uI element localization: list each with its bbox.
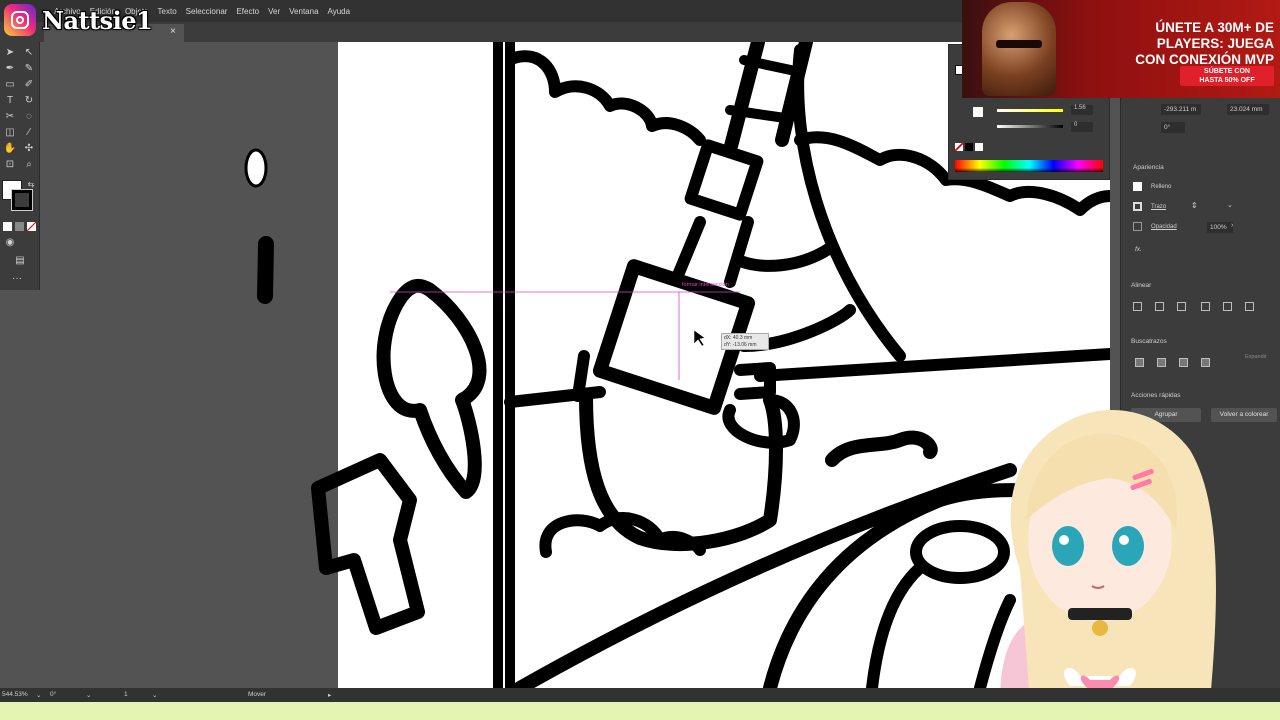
appearance-stroke-label[interactable]: Trazo — [1151, 204, 1166, 210]
align-title: Alinear — [1131, 282, 1152, 289]
instagram-icon — [4, 4, 36, 36]
none-swatch[interactable] — [955, 143, 963, 151]
shape-builder-tool-icon[interactable]: ◫ — [3, 126, 17, 140]
status-tool-name: Mover — [248, 691, 267, 698]
close-tab-icon[interactable]: × — [170, 26, 176, 37]
symbol-sprayer-tool-icon[interactable]: ✣ — [22, 142, 36, 156]
unite-icon[interactable] — [1135, 358, 1144, 367]
scissors-tool-icon[interactable]: ✂ — [3, 110, 17, 124]
status-arrow-icon[interactable]: ▸ — [328, 691, 331, 699]
draw-mode-icon[interactable]: ◉ — [3, 236, 17, 250]
zoom-level[interactable]: 544.53% — [2, 691, 28, 698]
direct-selection-tool-icon[interactable]: ↖ — [22, 46, 36, 60]
screen-mode-icon[interactable]: ▤ — [13, 254, 27, 268]
minus-front-icon[interactable] — [1157, 358, 1166, 367]
menu-item-ver[interactable]: Ver — [268, 7, 280, 16]
stroke-weight-stepper-icon[interactable]: ⇕ — [1191, 201, 1198, 210]
swap-colors-icon[interactable]: ⇆ — [24, 178, 38, 192]
stroke-dropdown-icon[interactable]: ⌄ — [1227, 201, 1233, 209]
white-drop-shape — [244, 148, 268, 188]
eyedropper-tool-icon[interactable]: ⁄ — [22, 126, 36, 140]
transform-angle-field[interactable]: 0° — [1161, 122, 1185, 133]
expand-button[interactable]: Expandir — [1245, 354, 1267, 360]
move-tooltip: dX: 40.3 mm dY: -13.06 mm — [721, 333, 769, 350]
rotate-tool-icon[interactable]: ↻ — [22, 94, 36, 108]
appearance-fill-label[interactable]: Relleno — [1151, 184, 1171, 190]
menu-item-ayuda[interactable]: Ayuda — [328, 7, 351, 16]
white-swatch[interactable] — [975, 143, 983, 151]
rectangle-tool-icon[interactable]: ▭ — [3, 78, 17, 92]
align-bottom-icon[interactable] — [1245, 302, 1254, 311]
tooltip-dy: dY: -13.06 mm — [724, 341, 757, 348]
artboard-tool-icon[interactable]: ⊡ — [3, 158, 17, 172]
menu-item-ventana[interactable]: Ventana — [289, 7, 318, 16]
stream-bottom-strip — [0, 702, 1280, 720]
c-value[interactable]: 1.56 — [1071, 105, 1093, 115]
pen-tool-icon[interactable]: ✒ — [3, 62, 17, 76]
menu-item-efecto[interactable]: Efecto — [236, 7, 259, 16]
opacity-icon — [1133, 222, 1142, 231]
ad-cta-line-2: HASTA 50% OFF — [1199, 77, 1255, 84]
type-tool-icon[interactable]: T — [3, 94, 17, 108]
align-vcenter-icon[interactable] — [1223, 302, 1232, 311]
transform-y-field[interactable]: -293.211 m — [1161, 104, 1201, 115]
zoom-tool-icon[interactable]: ⌕ — [22, 158, 36, 172]
align-left-icon[interactable] — [1133, 302, 1142, 311]
ad-headline-line-2: PLAYERS: JUEGA — [1156, 36, 1274, 51]
c-slider[interactable] — [997, 109, 1063, 112]
appearance-opacity-label[interactable]: Opacidad — [1151, 224, 1177, 230]
menu-item-texto[interactable]: Texto — [158, 7, 177, 16]
ad-headline: ÚNETE A 30M+ DE PLAYERS: JUEGA CON CONEX… — [1074, 20, 1274, 68]
color-mode-icon[interactable] — [3, 222, 12, 231]
menu-item-seleccionar[interactable]: Seleccionar — [186, 7, 228, 16]
instagram-overlay: Nattsie1 — [4, 4, 153, 36]
artboard-dropdown-icon[interactable]: ⌄ — [152, 691, 157, 699]
black-stroke-shape — [257, 236, 274, 304]
illustrator-app: Archivo Edición Objeto Texto Seleccionar Efec… — [0, 0, 1280, 720]
align-top-icon[interactable] — [1201, 302, 1210, 311]
opacity-arrow-icon[interactable]: › — [1231, 222, 1233, 229]
black-swatch[interactable] — [965, 143, 973, 151]
pathfinder-title: Buscatrazos — [1131, 338, 1167, 345]
curvature-tool-icon[interactable]: ✎ — [22, 62, 36, 76]
zoom-dropdown-icon[interactable]: ⌄ — [36, 691, 41, 699]
appearance-fill-swatch[interactable] — [1133, 182, 1142, 191]
stroke-swatch[interactable] — [11, 189, 33, 211]
ad-banner[interactable]: ÚNETE A 30M+ DE PLAYERS: JUEGA CON CONEX… — [962, 0, 1280, 98]
appearance-stroke-swatch[interactable] — [1133, 202, 1142, 211]
color-mini-swatch[interactable] — [973, 107, 983, 117]
exclude-icon[interactable] — [1201, 358, 1210, 367]
intersect-icon[interactable] — [1179, 358, 1188, 367]
appearance-title: Apariencia — [1133, 164, 1164, 171]
streamer-handle: Nattsie1 — [42, 5, 153, 35]
fx-button[interactable]: fx. — [1135, 246, 1142, 253]
tools-panel: ➤ ↖ ✒ ✎ ▭ ✐ T ↻ ✂ ◌ ◫ ⁄ ✋ ✣ ⊡ ⌕ ⇆ ◉ ▤ ··… — [0, 42, 40, 290]
rotation-dropdown-icon[interactable]: ⌄ — [86, 691, 91, 699]
align-right-icon[interactable] — [1177, 302, 1186, 311]
k-slider[interactable] — [997, 125, 1063, 128]
opacity-field[interactable]: 100% — [1207, 222, 1233, 233]
transform-h-field[interactable]: 23.024 mm — [1227, 104, 1269, 115]
artboard-number[interactable]: 1 — [124, 691, 128, 698]
ad-cta-button[interactable]: SÚBETE CON HASTA 50% OFF — [1180, 66, 1274, 86]
brush-tool-icon[interactable]: ✐ — [22, 78, 36, 92]
status-bar: 544.53% ⌄ 0° ⌄ 1 ⌄ Mover ▸ — [0, 688, 1280, 702]
rotation-value[interactable]: 0° — [50, 691, 56, 698]
ad-cta-line-1: SÚBETE CON — [1204, 68, 1250, 75]
smart-guide-label: formar intersección — [682, 282, 729, 288]
hand-tool-icon[interactable]: ✋ — [3, 142, 17, 156]
none-mode-icon[interactable] — [27, 222, 36, 231]
ad-headline-line-1: ÚNETE A 30M+ DE — [1155, 20, 1274, 35]
k-value[interactable]: 0 — [1071, 122, 1093, 132]
knight-helmet-image — [982, 2, 1056, 96]
align-hcenter-icon[interactable] — [1155, 302, 1164, 311]
gradient-mode-icon[interactable] — [15, 222, 24, 231]
vtuber-avatar — [1000, 410, 1216, 702]
edit-toolbar-icon[interactable]: ··· — [10, 272, 24, 286]
selection-tool-icon[interactable]: ➤ — [3, 46, 17, 60]
lasso-tool-icon[interactable]: ◌ — [22, 110, 36, 124]
